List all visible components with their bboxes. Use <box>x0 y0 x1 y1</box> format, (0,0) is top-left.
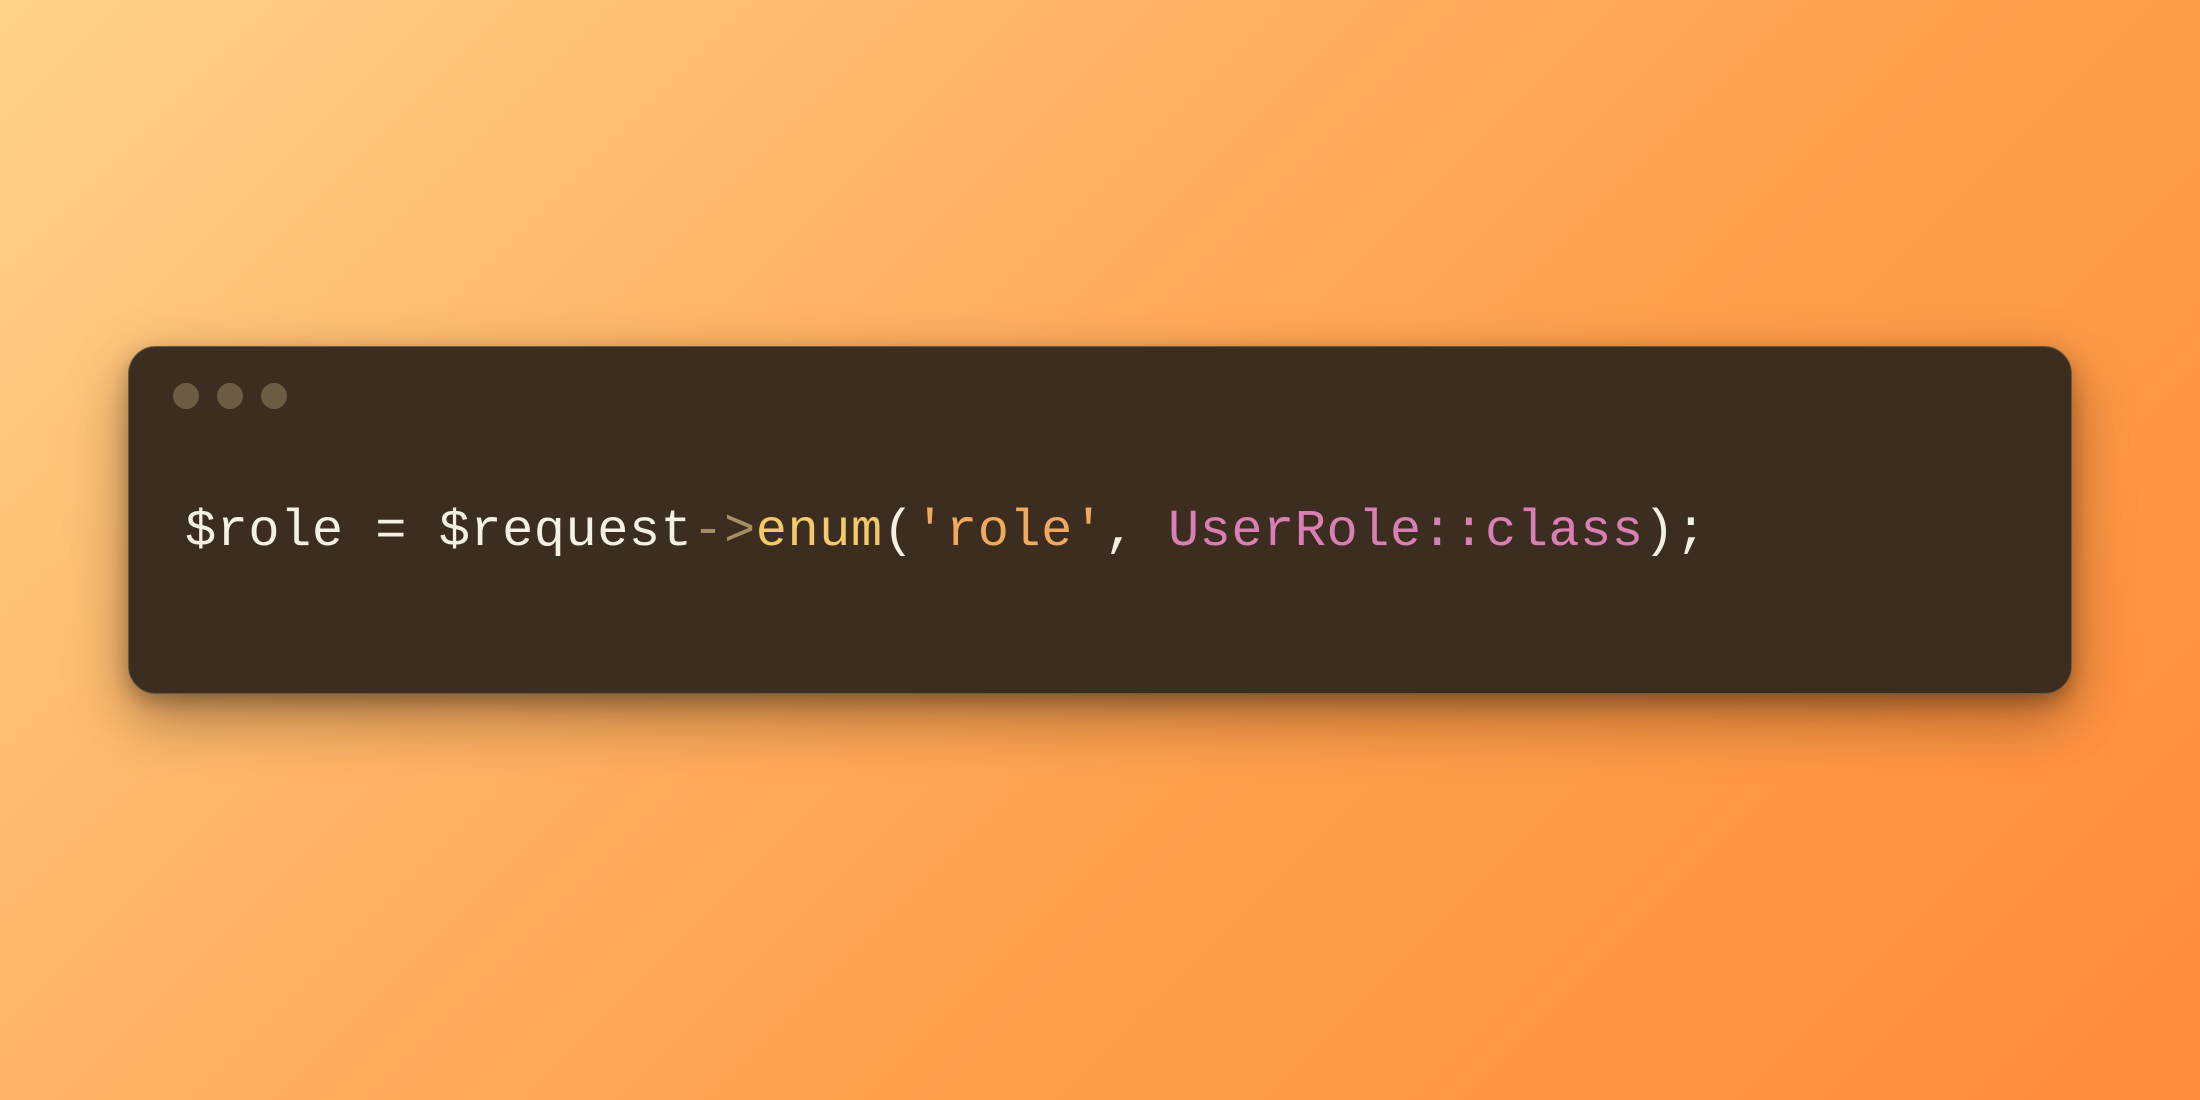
code-token: :: <box>1422 502 1485 561</box>
traffic-light-zoom[interactable] <box>261 383 287 409</box>
code-content: $role = $request->enum('role', UserRole:… <box>129 409 2071 621</box>
code-token: enum <box>756 502 883 561</box>
traffic-light-close[interactable] <box>173 383 199 409</box>
code-token <box>344 502 376 561</box>
code-window: $role = $request->enum('role', UserRole:… <box>128 346 2072 694</box>
code-token: $request <box>439 502 693 561</box>
code-token: = <box>375 502 407 561</box>
code-token: ) <box>1644 502 1676 561</box>
code-token: UserRole <box>1168 502 1422 561</box>
code-token: $role <box>185 502 344 561</box>
code-token: class <box>1485 502 1644 561</box>
code-token: ; <box>1675 502 1707 561</box>
code-token: , <box>1105 502 1168 561</box>
code-token: -> <box>692 502 755 561</box>
code-token: ( <box>883 502 915 561</box>
traffic-light-minimize[interactable] <box>217 383 243 409</box>
code-token <box>407 502 439 561</box>
titlebar <box>129 347 2071 409</box>
code-token: 'role' <box>914 502 1104 561</box>
